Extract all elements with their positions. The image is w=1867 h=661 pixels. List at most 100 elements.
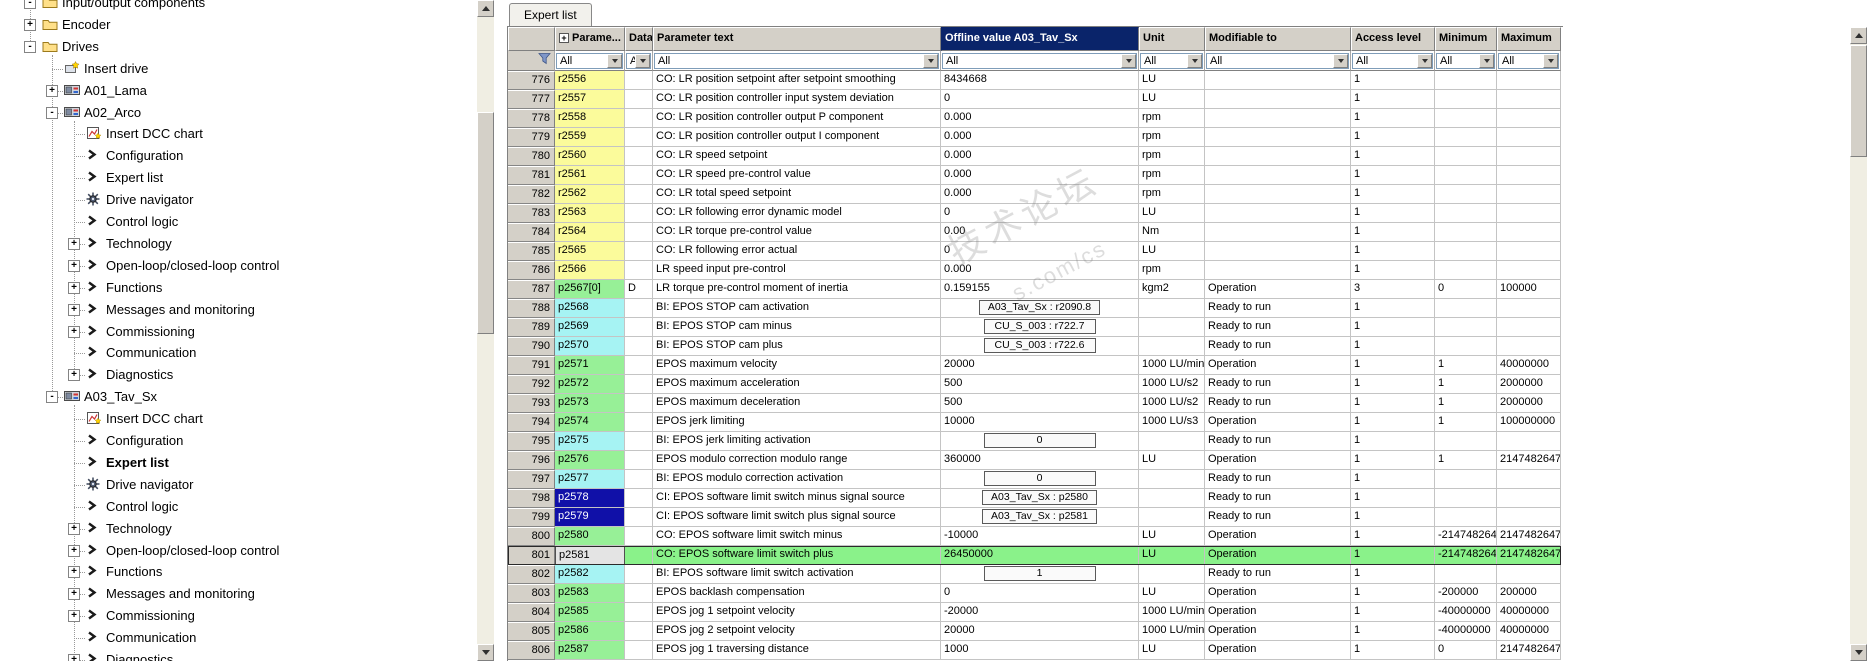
- cell-unit[interactable]: Nm: [1139, 223, 1205, 242]
- cell-minimum[interactable]: [1435, 185, 1497, 204]
- tree-item-diagnostics[interactable]: +Diagnostics: [0, 650, 470, 661]
- tree-expander-plus[interactable]: +: [68, 523, 80, 535]
- cell-parameter-text[interactable]: CO: EPOS software limit switch minus: [653, 527, 941, 546]
- cell-row-number[interactable]: 778: [508, 109, 555, 128]
- cell-modifiable-to[interactable]: [1205, 128, 1351, 147]
- tree-expander-plus[interactable]: +: [46, 85, 58, 97]
- value-selector-box[interactable]: A03_Tav_Sx : r2090.8: [979, 300, 1100, 315]
- cell-offline-value[interactable]: 0: [941, 584, 1139, 603]
- cell-access-level[interactable]: 1: [1351, 413, 1435, 432]
- tree-expander-plus[interactable]: +: [68, 654, 80, 661]
- dropdown-button[interactable]: [1333, 54, 1348, 68]
- cell-maximum[interactable]: [1497, 185, 1561, 204]
- cell-modifiable-to[interactable]: Ready to run: [1205, 508, 1351, 527]
- tree-expander-plus[interactable]: +: [24, 19, 36, 31]
- cell-maximum[interactable]: [1497, 109, 1561, 128]
- cell-offline-value[interactable]: 0: [941, 470, 1139, 489]
- cell-minimum[interactable]: [1435, 299, 1497, 318]
- cell-data-set[interactable]: [625, 508, 653, 527]
- scroll-down-button[interactable]: [477, 644, 494, 661]
- cell-data-set[interactable]: [625, 432, 653, 451]
- cell-modifiable-to[interactable]: Operation: [1205, 622, 1351, 641]
- tree-scrollbar[interactable]: [477, 0, 494, 661]
- cell-data-set[interactable]: [625, 147, 653, 166]
- col-header-text[interactable]: Parameter text: [653, 27, 941, 51]
- cell-modifiable-to[interactable]: Operation: [1205, 527, 1351, 546]
- cell-offline-value[interactable]: A03_Tav_Sx : p2581: [941, 508, 1139, 527]
- cell-minimum[interactable]: 0: [1435, 641, 1497, 660]
- cell-offline-value[interactable]: 0.000: [941, 128, 1139, 147]
- cell-minimum[interactable]: [1435, 470, 1497, 489]
- cell-offline-value[interactable]: A03_Tav_Sx : r2090.8: [941, 299, 1139, 318]
- cell-minimum[interactable]: [1435, 337, 1497, 356]
- cell-offline-value[interactable]: 0.000: [941, 185, 1139, 204]
- cell-offline-value[interactable]: 1: [941, 565, 1139, 584]
- col-header-param[interactable]: +Parame...: [555, 27, 625, 51]
- cell-parameter[interactable]: r2557: [555, 90, 625, 109]
- filter-combo-acc[interactable]: All: [1352, 53, 1433, 69]
- cell-row-number[interactable]: 806: [508, 641, 555, 660]
- cell-parameter-text[interactable]: CO: LR position controller output P comp…: [653, 109, 941, 128]
- cell-maximum[interactable]: [1497, 489, 1561, 508]
- tree-item-commissioning[interactable]: +Commissioning: [0, 322, 470, 342]
- cell-unit[interactable]: 1000 LU/s2: [1139, 394, 1205, 413]
- cell-minimum[interactable]: -40000000: [1435, 603, 1497, 622]
- cell-data-set[interactable]: [625, 470, 653, 489]
- cell-unit[interactable]: LU: [1139, 584, 1205, 603]
- cell-row-number[interactable]: 781: [508, 166, 555, 185]
- tree-expander-plus[interactable]: +: [68, 588, 80, 600]
- cell-access-level[interactable]: 3: [1351, 280, 1435, 299]
- cell-parameter[interactable]: r2556: [555, 71, 625, 90]
- tree-item-control-logic[interactable]: Control logic: [0, 212, 470, 232]
- scroll-up-button[interactable]: [1850, 27, 1867, 44]
- tree-item-technology[interactable]: +Technology: [0, 234, 470, 254]
- cell-modifiable-to[interactable]: [1205, 71, 1351, 90]
- cell-offline-value[interactable]: 10000: [941, 413, 1139, 432]
- cell-maximum[interactable]: 2000000: [1497, 375, 1561, 394]
- cell-modifiable-to[interactable]: Operation: [1205, 603, 1351, 622]
- tree-item-communication[interactable]: Communication: [0, 343, 470, 363]
- cell-modifiable-to[interactable]: [1205, 223, 1351, 242]
- cell-row-number[interactable]: 780: [508, 147, 555, 166]
- col-header-data[interactable]: Data: [625, 27, 653, 51]
- cell-data-set[interactable]: [625, 261, 653, 280]
- cell-unit[interactable]: LU: [1139, 451, 1205, 470]
- cell-access-level[interactable]: 1: [1351, 508, 1435, 527]
- cell-unit[interactable]: [1139, 470, 1205, 489]
- cell-unit[interactable]: LU: [1139, 641, 1205, 660]
- filter-combo-text[interactable]: All: [654, 53, 939, 69]
- cell-parameter-text[interactable]: EPOS backlash compensation: [653, 584, 941, 603]
- tree-expander-plus[interactable]: +: [68, 260, 80, 272]
- tree-expander-plus[interactable]: +: [68, 282, 80, 294]
- cell-data-set[interactable]: [625, 128, 653, 147]
- cell-unit[interactable]: LU: [1139, 546, 1205, 565]
- tree-expander-plus[interactable]: +: [68, 304, 80, 316]
- cell-maximum[interactable]: [1497, 565, 1561, 584]
- cell-parameter-text[interactable]: CO: LR following error dynamic model: [653, 204, 941, 223]
- cell-row-number[interactable]: 790: [508, 337, 555, 356]
- scrollbar-thumb[interactable]: [477, 112, 494, 334]
- dropdown-button[interactable]: [607, 54, 622, 68]
- filter-combo-max[interactable]: All: [1498, 53, 1559, 69]
- cell-offline-value[interactable]: -10000: [941, 527, 1139, 546]
- cell-modifiable-to[interactable]: [1205, 166, 1351, 185]
- cell-unit[interactable]: rpm: [1139, 166, 1205, 185]
- cell-row-number[interactable]: 802: [508, 565, 555, 584]
- cell-minimum[interactable]: -2147482648: [1435, 527, 1497, 546]
- cell-unit[interactable]: LU: [1139, 242, 1205, 261]
- cell-parameter-text[interactable]: CO: LR position controller input system …: [653, 90, 941, 109]
- value-selector-box[interactable]: 0: [984, 433, 1096, 448]
- cell-unit[interactable]: kgm2: [1139, 280, 1205, 299]
- cell-data-set[interactable]: [625, 185, 653, 204]
- cell-parameter-text[interactable]: EPOS jog 2 setpoint velocity: [653, 622, 941, 641]
- cell-maximum[interactable]: 100000000: [1497, 413, 1561, 432]
- cell-maximum[interactable]: 2000000: [1497, 394, 1561, 413]
- dropdown-button[interactable]: [1479, 54, 1494, 68]
- cell-parameter-text[interactable]: CO: LR speed pre-control value: [653, 166, 941, 185]
- cell-parameter[interactable]: p2585: [555, 603, 625, 622]
- expand-all-icon[interactable]: +: [559, 33, 569, 43]
- cell-modifiable-to[interactable]: [1205, 109, 1351, 128]
- filter-combo-value[interactable]: All: [942, 53, 1137, 69]
- cell-offline-value[interactable]: A03_Tav_Sx : p2580: [941, 489, 1139, 508]
- cell-parameter-text[interactable]: LR torque pre-control moment of inertia: [653, 280, 941, 299]
